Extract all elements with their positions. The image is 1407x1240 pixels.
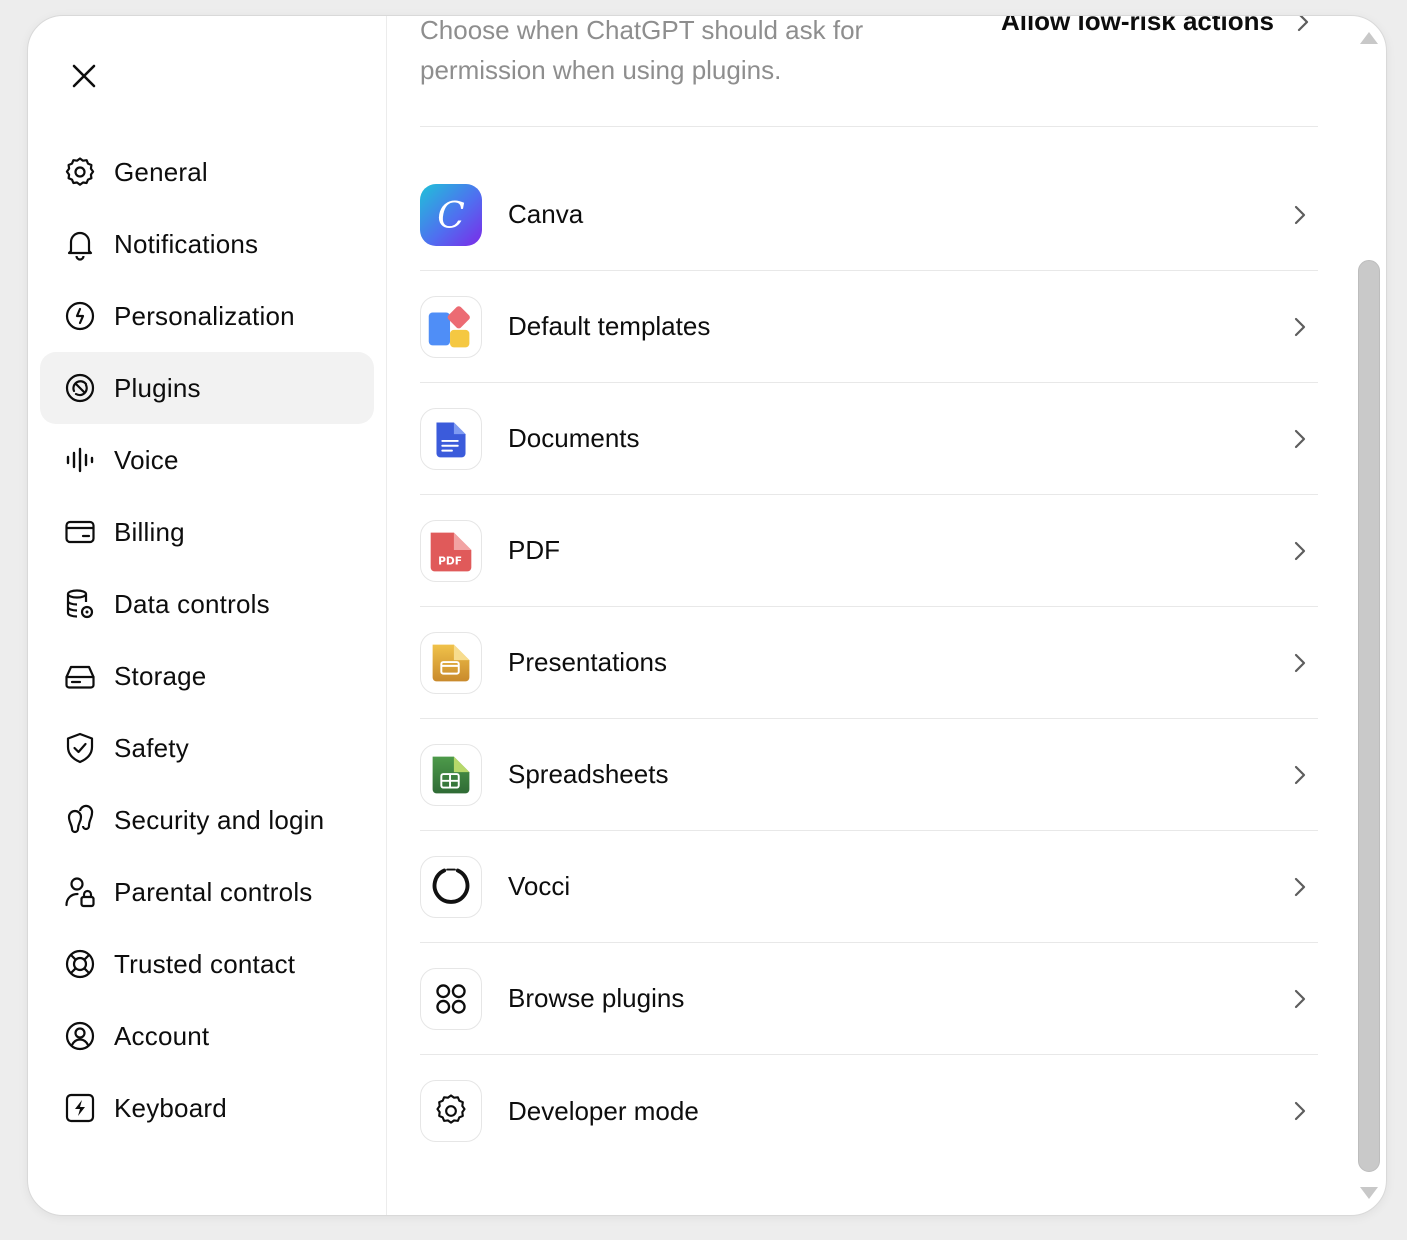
plugin-row-browse-plugins[interactable]: Browse plugins bbox=[420, 943, 1318, 1055]
plugins-icon bbox=[62, 370, 98, 406]
canva-icon: C bbox=[420, 183, 482, 246]
plugin-row-developer-mode[interactable]: Developer mode bbox=[420, 1055, 1318, 1167]
sidebar-item-label: Security and login bbox=[114, 804, 325, 835]
plugin-row-pdf[interactable]: PDF PDF bbox=[420, 495, 1318, 607]
sidebar-item-storage[interactable]: Storage bbox=[40, 640, 374, 712]
sidebar-item-trusted-contact[interactable]: Trusted contact bbox=[40, 928, 374, 1000]
sidebar-item-account[interactable]: Account bbox=[40, 1000, 374, 1072]
gear-icon bbox=[62, 154, 98, 190]
personalization-icon bbox=[62, 298, 98, 334]
plugin-label: Developer mode bbox=[508, 1095, 699, 1126]
sidebar-item-safety[interactable]: Safety bbox=[40, 712, 374, 784]
plugin-row-spreadsheets[interactable]: Spreadsheets bbox=[420, 719, 1318, 831]
sidebar-item-personalization[interactable]: Personalization bbox=[40, 280, 374, 352]
sidebar-item-label: General bbox=[114, 156, 208, 187]
sidebar-item-keyboard[interactable]: Keyboard bbox=[40, 1072, 374, 1144]
sidebar-item-notifications[interactable]: Notifications bbox=[40, 208, 374, 280]
lifebuoy-icon bbox=[62, 946, 98, 982]
card-icon bbox=[62, 514, 98, 550]
scroll-up-arrow-icon[interactable] bbox=[1360, 32, 1378, 44]
user-circle-icon bbox=[62, 1018, 98, 1054]
scroll-down-arrow-icon[interactable] bbox=[1360, 1187, 1378, 1199]
plugin-label: Default templates bbox=[508, 311, 711, 341]
sidebar-item-plugins[interactable]: Plugins bbox=[40, 352, 374, 424]
close-icon bbox=[72, 64, 96, 88]
plugin-label: PDF bbox=[508, 535, 560, 565]
chevron-right-icon bbox=[1290, 1098, 1310, 1124]
shield-check-icon bbox=[62, 730, 98, 766]
plugin-label: Presentations bbox=[508, 647, 667, 677]
sidebar-item-label: Notifications bbox=[114, 228, 259, 259]
drive-icon bbox=[62, 658, 98, 694]
chevron-right-icon bbox=[1290, 650, 1310, 676]
chevron-right-icon bbox=[1290, 762, 1310, 788]
settings-sidebar: General Notifications Personalization Pl… bbox=[28, 16, 387, 1215]
sidebar-item-label: Data controls bbox=[114, 588, 270, 619]
bell-icon bbox=[62, 226, 98, 262]
divider bbox=[420, 126, 1318, 127]
keyboard-bolt-icon bbox=[62, 1090, 98, 1126]
chevron-right-icon bbox=[1290, 314, 1310, 340]
pdf-icon: PDF bbox=[420, 519, 482, 582]
settings-nav: General Notifications Personalization Pl… bbox=[40, 136, 374, 1144]
scrollbar[interactable] bbox=[1356, 16, 1386, 1215]
sidebar-item-parental-controls[interactable]: Parental controls bbox=[40, 856, 374, 928]
svg-text:C: C bbox=[437, 196, 465, 237]
chevron-right-icon bbox=[1290, 874, 1310, 900]
chevron-right-icon bbox=[1297, 16, 1309, 31]
plugin-row-default-templates[interactable]: Default templates bbox=[420, 271, 1318, 383]
plugin-label: Canva bbox=[508, 199, 584, 229]
sidebar-item-label: Trusted contact bbox=[114, 948, 296, 979]
close-button[interactable] bbox=[64, 56, 104, 96]
presentations-icon bbox=[420, 631, 482, 694]
sidebar-item-voice[interactable]: Voice bbox=[40, 424, 374, 496]
sidebar-item-label: Voice bbox=[114, 444, 179, 475]
waveform-icon bbox=[62, 442, 98, 478]
plugin-list: C Canva Default templates Documents PDF … bbox=[420, 159, 1318, 1167]
plugin-row-presentations[interactable]: Presentations bbox=[420, 607, 1318, 719]
chevron-right-icon bbox=[1290, 426, 1310, 452]
sidebar-item-label: Personalization bbox=[114, 300, 295, 331]
plugin-label: Spreadsheets bbox=[508, 759, 669, 789]
gear-icon bbox=[420, 1080, 482, 1142]
sidebar-item-label: Safety bbox=[114, 732, 189, 763]
plugin-label: Documents bbox=[508, 423, 640, 453]
chevron-right-icon bbox=[1290, 538, 1310, 564]
permission-value: Allow low-risk actions bbox=[1000, 15, 1274, 36]
plugin-row-canva[interactable]: C Canva bbox=[420, 159, 1318, 271]
plugin-row-documents[interactable]: Documents bbox=[420, 383, 1318, 495]
sidebar-item-billing[interactable]: Billing bbox=[40, 496, 374, 568]
security-icon bbox=[62, 802, 98, 838]
settings-modal: General Notifications Personalization Pl… bbox=[27, 15, 1387, 1216]
sidebar-item-label: Parental controls bbox=[114, 876, 313, 907]
permission-description: Choose when ChatGPT should ask for permi… bbox=[420, 15, 864, 85]
sidebar-item-data-controls[interactable]: Data controls bbox=[40, 568, 374, 640]
database-gear-icon bbox=[62, 586, 98, 622]
templates-icon bbox=[420, 295, 482, 358]
plugin-label: Vocci bbox=[508, 871, 571, 901]
plugin-label: Browse plugins bbox=[508, 983, 685, 1013]
plugins-panel: Choose when ChatGPT should ask for permi… bbox=[388, 16, 1358, 1215]
chevron-right-icon bbox=[1290, 202, 1310, 228]
sidebar-item-label: Account bbox=[114, 1020, 210, 1051]
sidebar-item-label: Billing bbox=[114, 516, 185, 547]
documents-icon bbox=[420, 407, 482, 470]
person-lock-icon bbox=[62, 874, 98, 910]
plugin-row-vocci[interactable]: Vocci bbox=[420, 831, 1318, 943]
spreadsheets-icon bbox=[420, 743, 482, 806]
grid-circles-icon bbox=[420, 967, 482, 1030]
sidebar-item-label: Plugins bbox=[114, 372, 201, 403]
sidebar-item-security-and-login[interactable]: Security and login bbox=[40, 784, 374, 856]
svg-text:PDF: PDF bbox=[438, 554, 462, 567]
chevron-right-icon bbox=[1290, 986, 1310, 1012]
sidebar-item-general[interactable]: General bbox=[40, 136, 374, 208]
permission-select[interactable]: Allow low-risk actions bbox=[1000, 15, 1310, 37]
sidebar-item-label: Keyboard bbox=[114, 1092, 227, 1123]
scrollbar-thumb[interactable] bbox=[1358, 260, 1380, 1172]
sidebar-item-label: Storage bbox=[114, 660, 207, 691]
vocci-icon bbox=[420, 855, 482, 918]
